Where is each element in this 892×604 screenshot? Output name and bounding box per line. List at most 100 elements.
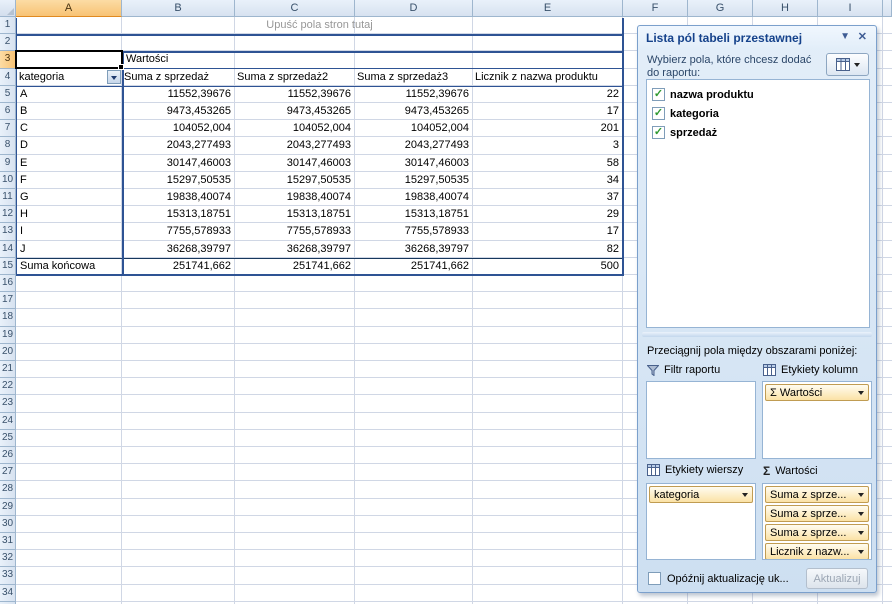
defer-update-checkbox[interactable] <box>648 572 661 585</box>
pivot-row-label-cell[interactable]: D <box>17 137 121 154</box>
pivot-value-cell[interactable]: 2043,277493 <box>122 137 235 154</box>
pivot-value-cell[interactable]: 19838,40074 <box>122 189 235 206</box>
pivot-value-cell[interactable]: 9473,453265 <box>355 103 473 120</box>
pivot-value-cell[interactable]: 251741,662 <box>355 258 473 275</box>
pivot-row-label-cell[interactable]: G <box>17 189 121 206</box>
row-header-22[interactable]: 22 <box>0 378 16 395</box>
pivot-column-header[interactable]: Licznik z nazwa produktu <box>473 69 623 86</box>
pivot-value-cell[interactable]: 9473,453265 <box>235 103 355 120</box>
row-header-24[interactable]: 24 <box>0 413 16 430</box>
column-header-f[interactable]: F <box>623 0 688 17</box>
column-header-b[interactable]: B <box>122 0 235 17</box>
pivot-count-cell[interactable]: 201 <box>473 120 623 137</box>
pivot-value-cell[interactable]: 11552,39676 <box>355 86 473 103</box>
values-drop-area[interactable]: Suma z sprze... Suma z sprze... Suma z spr… <box>762 483 872 560</box>
row-header-31[interactable]: 31 <box>0 533 16 550</box>
values-field-button[interactable]: Suma z sprze... <box>765 505 869 522</box>
pivot-value-cell[interactable]: 7755,578933 <box>122 223 235 240</box>
pane-view-selector-button[interactable] <box>826 53 869 76</box>
row-header-7[interactable]: 7 <box>0 120 16 137</box>
pivot-value-cell[interactable]: 15313,18751 <box>235 206 355 223</box>
pivot-value-cell[interactable]: 9473,453265 <box>122 103 235 120</box>
pivot-value-cell[interactable]: 7755,578933 <box>235 223 355 240</box>
pivot-count-cell[interactable]: 3 <box>473 137 623 154</box>
row-header-27[interactable]: 27 <box>0 464 16 481</box>
pivot-column-header[interactable]: Suma z sprzedaż <box>122 69 235 86</box>
row-header-15[interactable]: 15 <box>0 258 16 275</box>
pivot-value-cell[interactable]: 11552,39676 <box>122 86 235 103</box>
row-header-1[interactable]: 1 <box>0 17 16 34</box>
pivot-value-cell[interactable]: 36268,39797 <box>235 241 355 258</box>
row-header-14[interactable]: 14 <box>0 241 16 258</box>
row-header-6[interactable]: 6 <box>0 103 16 120</box>
column-labels-drop-area[interactable]: Σ Wartości <box>762 381 872 459</box>
pivot-value-cell[interactable]: 30147,46003 <box>235 155 355 172</box>
pivot-value-cell[interactable]: 30147,46003 <box>122 155 235 172</box>
values-field-button[interactable]: Suma z sprze... <box>765 486 869 503</box>
row-header-9[interactable]: 9 <box>0 155 16 172</box>
pivot-value-cell[interactable]: 36268,39797 <box>355 241 473 258</box>
pivot-value-cell[interactable]: 251741,662 <box>122 258 235 275</box>
pivot-count-cell[interactable]: 17 <box>473 223 623 240</box>
pivot-value-cell[interactable]: 15313,18751 <box>122 206 235 223</box>
pane-splitter[interactable] <box>642 332 872 337</box>
pivot-value-cell[interactable]: 104052,004 <box>235 120 355 137</box>
pivot-count-cell[interactable]: 29 <box>473 206 623 223</box>
select-all-corner[interactable] <box>0 0 16 17</box>
pivot-column-header[interactable]: Suma z sprzedaż3 <box>355 69 473 86</box>
row-header-12[interactable]: 12 <box>0 206 16 223</box>
pivot-row-label-cell[interactable]: E <box>17 155 121 172</box>
row-header-29[interactable]: 29 <box>0 499 16 516</box>
pivot-value-cell[interactable]: 2043,277493 <box>355 137 473 154</box>
column-header-c[interactable]: C <box>235 0 355 17</box>
pivot-value-cell[interactable]: 7755,578933 <box>355 223 473 240</box>
row-field-filter-dropdown-button[interactable] <box>107 70 121 84</box>
row-header-20[interactable]: 20 <box>0 344 16 361</box>
pivot-row-label-cell[interactable]: H <box>17 206 121 223</box>
pivot-count-cell[interactable]: 500 <box>473 258 623 275</box>
row-header-33[interactable]: 33 <box>0 567 16 584</box>
field-list-item[interactable]: ✓kategoria <box>652 104 869 123</box>
pivot-count-cell[interactable]: 17 <box>473 103 623 120</box>
row-header-2[interactable]: 2 <box>0 34 16 51</box>
update-button[interactable]: Aktualizuj <box>806 568 868 589</box>
pivot-value-cell[interactable]: 36268,39797 <box>122 241 235 258</box>
pivot-value-cell[interactable]: 11552,39676 <box>235 86 355 103</box>
fill-handle[interactable] <box>118 64 124 70</box>
pivot-count-cell[interactable]: 58 <box>473 155 623 172</box>
pivot-count-cell[interactable]: 37 <box>473 189 623 206</box>
row-header-32[interactable]: 32 <box>0 550 16 567</box>
field-list-item[interactable]: ✓nazwa produktu <box>652 85 869 104</box>
pivot-row-label-cell[interactable]: J <box>17 241 121 258</box>
pivot-row-label-cell[interactable]: C <box>17 120 121 137</box>
pivot-count-cell[interactable]: 82 <box>473 241 623 258</box>
row-header-17[interactable]: 17 <box>0 292 16 309</box>
field-checkbox[interactable]: ✓ <box>652 88 665 101</box>
row-header-13[interactable]: 13 <box>0 223 16 240</box>
pivot-value-cell[interactable]: 19838,40074 <box>355 189 473 206</box>
row-header-11[interactable]: 11 <box>0 189 16 206</box>
field-checkbox[interactable]: ✓ <box>652 107 665 120</box>
column-header-h[interactable]: H <box>753 0 818 17</box>
column-labels-field-button[interactable]: Σ Wartości <box>765 384 869 401</box>
column-header-e[interactable]: E <box>473 0 623 17</box>
column-header-i[interactable]: I <box>818 0 883 17</box>
row-header-18[interactable]: 18 <box>0 309 16 326</box>
pivot-value-cell[interactable]: 251741,662 <box>235 258 355 275</box>
values-field-button[interactable]: Suma z sprze... <box>765 524 869 541</box>
page-field-drop-zone[interactable]: Upuść pola stron tutaj <box>16 17 623 34</box>
pivot-value-cell[interactable]: 15297,50535 <box>355 172 473 189</box>
pane-close-button[interactable]: ✕ <box>858 32 867 42</box>
column-header-a[interactable]: A <box>16 0 122 17</box>
report-filter-drop-area[interactable] <box>646 381 756 459</box>
row-labels-drop-area[interactable]: kategoria <box>646 483 756 560</box>
row-header-8[interactable]: 8 <box>0 137 16 154</box>
row-header-4[interactable]: 4 <box>0 69 16 86</box>
row-header-25[interactable]: 25 <box>0 430 16 447</box>
field-list-item[interactable]: ✓sprzedaż <box>652 123 869 142</box>
pivot-row-field-cell[interactable]: kategoria <box>16 69 122 86</box>
values-field-button[interactable]: Licznik z nazw... <box>765 543 869 560</box>
pivot-count-cell[interactable]: 34 <box>473 172 623 189</box>
row-header-23[interactable]: 23 <box>0 395 16 412</box>
pivot-value-cell[interactable]: 15297,50535 <box>122 172 235 189</box>
